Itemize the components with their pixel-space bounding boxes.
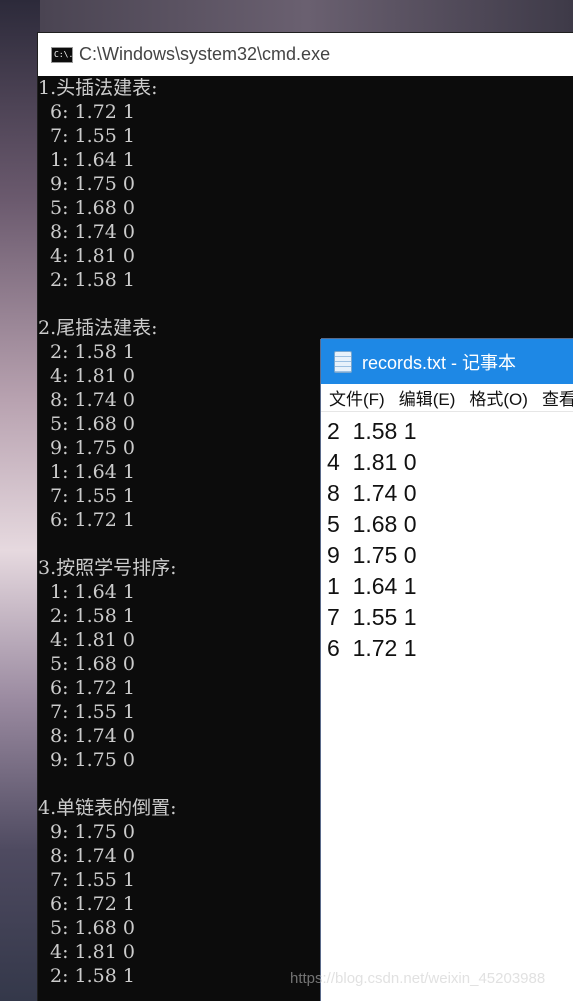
notepad-titlebar[interactable]: records.txt - 记事本 [321, 339, 573, 384]
menu-view[interactable]: 查看 [542, 385, 573, 410]
desktop-wallpaper-top [40, 0, 573, 34]
console-record-line: 5: 1.68 0 [50, 197, 135, 219]
console-record-line: 2: 1.58 1 [50, 269, 135, 291]
cmd-titlebar[interactable]: C:\. C:\Windows\system32\cmd.exe [38, 33, 573, 76]
watermark-text: https://blog.csdn.net/weixin_45203988 [290, 970, 546, 987]
cmd-app-icon: C:\. [51, 46, 73, 63]
notepad-line: 2 1.58 1 [327, 418, 417, 444]
desktop-wallpaper [0, 0, 40, 1001]
console-record-line: 1: 1.64 1 [50, 149, 135, 171]
notepad-line: 8 1.74 0 [327, 480, 417, 506]
cmd-window-title: C:\Windows\system32\cmd.exe [79, 44, 331, 64]
console-record-line: 9: 1.75 0 [50, 173, 135, 195]
notepad-window-title: records.txt - 记事本 [362, 352, 517, 373]
console-record-line: 6: 1.72 1 [50, 101, 135, 123]
notepad-icon [334, 350, 352, 373]
menu-format[interactable]: 格式(O) [469, 385, 528, 410]
menu-edit[interactable]: 编辑(E) [399, 385, 456, 410]
notepad-line: 4 1.81 0 [327, 449, 417, 475]
console-section-heading: 2.尾插法建表: [38, 317, 158, 339]
notepad-line: 9 1.75 0 [327, 542, 417, 568]
notepad-menubar: 文件(F) 编辑(E) 格式(O) 查看 [321, 384, 573, 412]
console-record-line: 4: 1.81 0 [50, 245, 135, 267]
notepad-line: 7 1.55 1 [327, 604, 417, 630]
menu-file[interactable]: 文件(F) [329, 385, 385, 410]
notepad-window: records.txt - 记事本 文件(F) 编辑(E) 格式(O) 查看 2… [321, 339, 573, 1001]
notepad-line: 5 1.68 0 [327, 511, 417, 537]
notepad-line: 1 1.64 1 [327, 573, 417, 599]
console-section-heading: 1.头插法建表: [38, 77, 158, 99]
notepad-line: 6 1.72 1 [327, 635, 417, 661]
notepad-text-area[interactable]: 2 1.58 1 4 1.81 0 8 1.74 0 5 1.68 0 9 1.75 0… [321, 412, 573, 664]
console-record-line: 8: 1.74 0 [50, 221, 135, 243]
console-record-line: 7: 1.55 1 [50, 125, 135, 147]
